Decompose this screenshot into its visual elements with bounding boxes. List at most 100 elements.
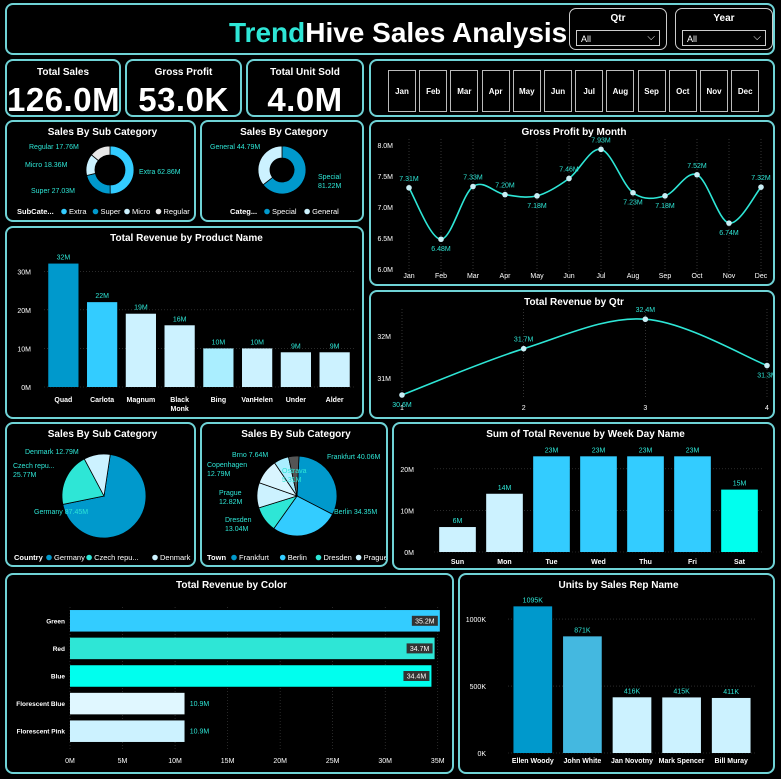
bar-sat — [721, 489, 758, 552]
title-accent: Trend — [229, 17, 306, 48]
data-label: Extra 62.86M — [139, 169, 181, 176]
data-point — [726, 220, 732, 226]
cat-donut-chart: Sales By Category Special 81.22M General 44… — [210, 127, 342, 216]
data-label: Prague 12.82M — [219, 490, 243, 506]
y-tick-label: Green — [46, 618, 65, 625]
month-button-jan[interactable]: Jan — [388, 70, 416, 112]
year-dropdown[interactable]: All ⌵ — [682, 30, 766, 46]
chart-title: Sales By Category — [240, 127, 328, 138]
rev-qtr-chart: Total Revenue by Qtr31M32M1 2 3 430.6M31.7M… — [377, 297, 775, 412]
legend-marker — [61, 208, 67, 215]
y-tick-label: 6.5M — [377, 236, 393, 243]
town-pie-panel: Sales By Sub Category Frankfurt 40.06M Ber… — [200, 422, 388, 567]
x-tick-label: Bing — [211, 397, 227, 404]
legend-marker — [231, 554, 237, 561]
data-label: Berlin 34.35M — [334, 509, 377, 516]
x-tick-label: 35M — [431, 758, 445, 765]
data-point — [598, 146, 604, 153]
y-tick-label: 10M — [400, 508, 414, 515]
x-tick-label: Jul — [597, 273, 606, 280]
x-tick-label: Sat — [734, 559, 746, 566]
x-tick-label: Fri — [688, 559, 697, 566]
chart-title: Total Revenue by Qtr — [524, 297, 624, 308]
month-button-feb[interactable]: Feb — [419, 70, 448, 112]
data-label: 10M — [212, 339, 226, 346]
bar-jan-novotny — [612, 697, 652, 753]
title-rest: Hive Sales Analysis — [305, 17, 568, 48]
x-tick-label: VanHelen — [241, 397, 273, 404]
legend-marker — [155, 208, 162, 215]
x-tick-label: 3 — [643, 405, 647, 412]
gp-month-panel: Gross Profit by Month 6.0M 6.5M 7.0M 7.5M 8.0… — [369, 120, 775, 286]
bar-fri — [674, 456, 711, 552]
data-label: 9M — [330, 343, 340, 350]
legend-title: Country — [14, 553, 44, 562]
data-label: Special 81.22M — [318, 174, 342, 190]
x-tick-label: Aug — [627, 273, 640, 280]
data-label: 7.20M — [495, 183, 515, 190]
month-button-apr[interactable]: Apr — [481, 70, 510, 112]
month-button-dec[interactable]: Dec — [731, 70, 760, 112]
chart-title: Sales By Sub Category — [48, 429, 158, 440]
data-point — [662, 193, 668, 199]
data-point — [642, 316, 649, 323]
data-point — [470, 183, 476, 190]
data-label: 34.4M — [407, 674, 427, 681]
data-point — [534, 193, 540, 199]
x-tick-label: Mon — [497, 559, 511, 566]
bar-blue — [70, 665, 432, 687]
subcat-donut-panel: Sales By Sub Category Extra 62.86M Super 2… — [5, 120, 196, 222]
kpi-value: 4.0M — [267, 81, 343, 117]
rev-product-chart: Total Revenue by Product Name 0M 10M 20M 30M… — [17, 233, 354, 413]
data-label: 30.6M — [392, 402, 412, 409]
data-point — [630, 189, 636, 196]
data-label: 7.18M — [527, 203, 547, 210]
month-button-jun[interactable]: Jun — [544, 70, 572, 112]
data-label: 416K — [624, 688, 641, 695]
data-label: 31.3M — [757, 373, 775, 380]
x-tick-label: Oct — [692, 273, 703, 280]
bar-florescent-blue — [70, 692, 185, 715]
bar-magnum — [125, 313, 156, 387]
data-label: Germany 87.45M — [34, 509, 88, 516]
month-button-nov[interactable]: Nov — [700, 70, 728, 112]
month-button-jul[interactable]: Jul — [575, 70, 604, 112]
y-tick-label: Blue — [51, 674, 65, 681]
data-label: 31.7M — [514, 337, 534, 344]
data-label: 23M — [545, 447, 559, 454]
legend-item: Prague — [364, 553, 388, 562]
month-button-sep[interactable]: Sep — [637, 70, 666, 112]
data-label: 7.18M — [655, 203, 675, 210]
data-label: 32.4M — [636, 307, 656, 314]
y-tick-label: 31M — [377, 376, 391, 383]
qtr-slicer[interactable]: Qtr All ⌵ — [569, 8, 667, 50]
x-tick-label: Magnum — [126, 397, 155, 404]
month-button-may[interactable]: May — [512, 70, 541, 112]
year-slicer[interactable]: Year All ⌵ — [675, 8, 773, 50]
month-button-oct[interactable]: Oct — [668, 70, 697, 112]
data-label: 23M — [686, 447, 700, 454]
kpi-value: 126.0M — [7, 81, 121, 117]
qtr-dropdown-value: All — [581, 34, 592, 44]
y-tick-label: 20M — [17, 308, 31, 315]
series-line — [408, 148, 762, 241]
x-tick-label: Under — [286, 397, 307, 404]
bar-thu — [627, 456, 664, 552]
data-label: 7.46M — [559, 166, 579, 173]
data-label: 7.93M — [591, 137, 611, 144]
data-label: Copenhagen 12.79M — [207, 462, 247, 478]
rev-color-chart: Total Revenue by Color 0M 5M 10M 15M 20M 25M 30… — [16, 580, 445, 765]
y-tick-label: 0M — [21, 385, 31, 392]
qtr-dropdown[interactable]: All ⌵ — [576, 30, 660, 46]
year-slicer-label: Year — [713, 13, 735, 24]
bar-quad — [48, 263, 79, 387]
data-label: Brno 7.64M — [232, 452, 268, 459]
legend-item: Special — [272, 207, 297, 216]
x-tick-label: Nov — [723, 273, 736, 280]
kpi-total-units: Total Unit Sold 4.0M — [246, 59, 364, 117]
month-slicer: Jan Feb Mar Apr May Jun Jul Aug Sep Oct Nov Dec — [369, 59, 775, 117]
month-button-aug[interactable]: Aug — [606, 70, 635, 112]
town-pie-chart: Sales By Sub Category Frankfurt 40.06M Ber… — [207, 429, 388, 562]
month-button-mar[interactable]: Mar — [450, 70, 479, 112]
kpi-gross-profit: Gross Profit 53.0K — [125, 59, 242, 117]
